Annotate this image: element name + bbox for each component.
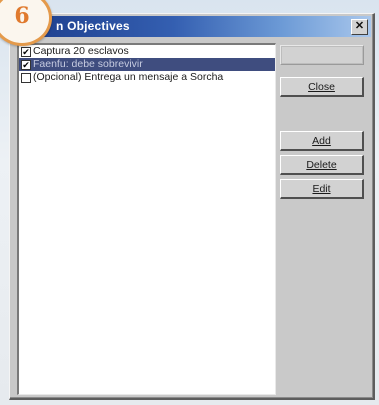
objective-label: Captura 20 esclavos [33, 45, 129, 57]
close-icon[interactable]: ✕ [351, 19, 368, 35]
list-item-objective-1[interactable]: ✔ Captura 20 esclavos [19, 45, 275, 58]
delete-button[interactable]: Delete [280, 155, 364, 175]
list-item-objective-2[interactable]: ✔ Faenfu: debe sobrevivir [19, 58, 275, 71]
window-title: n Objectives [56, 19, 130, 33]
title-bar[interactable]: n Objectives ✕ [12, 16, 371, 37]
objectives-dialog: n Objectives ✕ ✔ Captura 20 esclavos ✔ F… [9, 13, 375, 400]
close-button[interactable]: Close [280, 77, 364, 97]
list-item-objective-3[interactable]: (Opcional) Entrega un mensaje a Sorcha [19, 71, 275, 84]
blank-button[interactable] [280, 45, 364, 65]
add-button[interactable]: Add [280, 131, 364, 151]
checkbox-icon[interactable]: ✔ [21, 60, 31, 70]
step-number: 6 [14, 3, 30, 29]
edit-button[interactable]: Edit [280, 179, 364, 199]
objectives-list[interactable]: ✔ Captura 20 esclavos ✔ Faenfu: debe sob… [17, 43, 276, 395]
objective-label: (Opcional) Entrega un mensaje a Sorcha [33, 71, 224, 83]
objective-label: Faenfu: debe sobrevivir [33, 58, 143, 70]
checkbox-icon[interactable] [21, 73, 31, 83]
checkbox-icon[interactable]: ✔ [21, 47, 31, 57]
